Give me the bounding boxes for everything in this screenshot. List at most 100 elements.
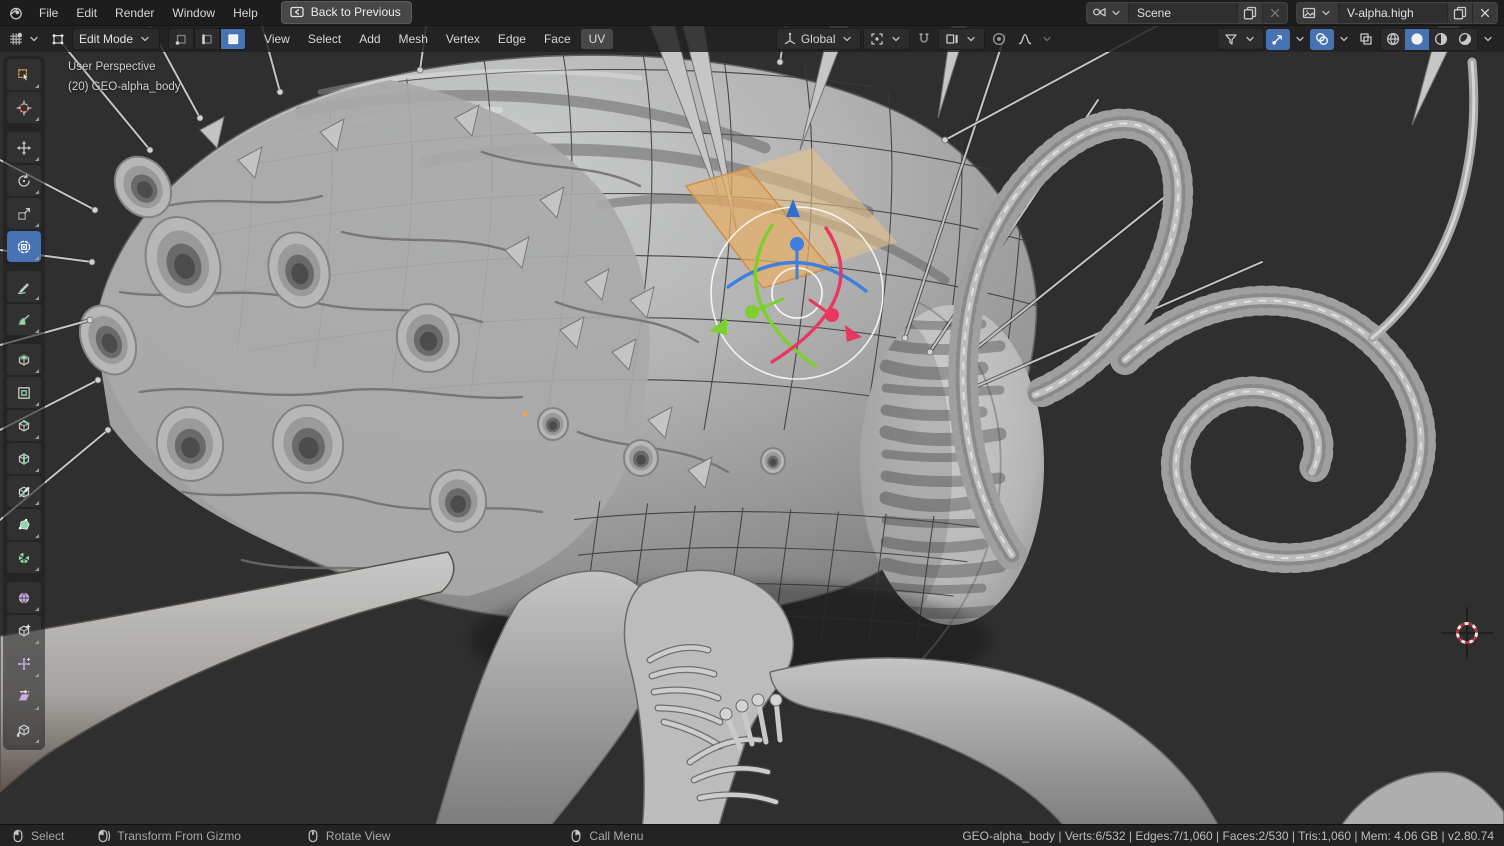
tool-inset-faces[interactable] [7,377,41,408]
menu-window[interactable]: Window [163,3,224,23]
blender-logo-icon[interactable] [8,5,24,21]
menu-edit[interactable]: Edit [67,3,106,23]
view-layer-selector[interactable]: V-alpha.high [1296,2,1498,24]
tool-rip-region[interactable] [7,714,41,745]
tool-rotate[interactable] [7,165,41,196]
shading-material-button[interactable] [1429,29,1453,50]
tool-transform[interactable] [7,231,41,262]
mouse-right-icon [568,828,584,844]
tool-bevel[interactable] [7,410,41,441]
scene-unlink-button [1262,3,1287,23]
tool-loop-cut[interactable] [7,443,41,474]
tool-annotate[interactable] [7,271,41,302]
mouse-middle-icon [305,828,321,844]
view-layer-browse-button[interactable] [1297,3,1339,23]
menu-view[interactable]: View [256,29,298,49]
viewport-3d[interactable] [0,0,1504,846]
chevron-down-icon [1039,31,1055,47]
filter-dropdown[interactable] [1217,28,1264,50]
menu-face[interactable]: Face [536,29,579,49]
tool-poly-build[interactable] [7,509,41,540]
orientation-dropdown[interactable]: Global [776,28,861,50]
tool-spin[interactable] [7,542,41,573]
falloff-curve-icon [1017,31,1033,47]
editor-type-icon[interactable] [8,31,24,47]
chevron-down-icon[interactable] [1292,31,1308,47]
orientation-label: Global [801,32,836,46]
tool-select-box[interactable] [7,59,41,90]
menu-help[interactable]: Help [224,3,267,23]
snap-target-dropdown[interactable] [938,28,985,50]
spin-icon [16,550,32,566]
menu-select[interactable]: Select [300,29,349,49]
magnet-icon [916,31,932,47]
tool-scale[interactable] [7,198,41,229]
solid-shading-icon [1409,31,1425,47]
back-to-previous-button[interactable]: Back to Previous [281,1,412,24]
mouse-drag-icon [96,828,112,844]
tool-edge-slide[interactable] [7,615,41,646]
mode-dropdown[interactable]: Edit Mode [72,28,160,50]
vertex-select-button[interactable] [168,28,194,50]
hint-call-menu: Call Menu [568,828,643,844]
tool-extrude-region[interactable] [7,344,41,375]
scene-browse-button[interactable] [1087,3,1129,23]
active-object-label: (20) GEO-alpha_body [68,77,181,97]
falloff-dropdown[interactable] [1013,29,1037,50]
proportional-edit-button[interactable] [987,29,1011,50]
pivot-point-icon [869,31,885,47]
menu-add[interactable]: Add [351,29,388,49]
shading-wireframe-button[interactable] [1381,29,1405,50]
view-layer-new-button[interactable] [1447,3,1472,23]
chevron-down-icon[interactable] [1336,31,1352,47]
mode-label: Edit Mode [79,32,133,46]
hint-label: Select [31,829,64,843]
face-select-icon [225,31,241,47]
view-perspective-label: User Perspective [68,57,181,77]
show-gizmo-button[interactable] [1266,29,1290,50]
edge-select-button[interactable] [194,28,220,50]
menu-file[interactable]: File [30,3,67,23]
edit-mode-icon[interactable] [50,31,66,47]
chevron-down-icon[interactable] [1480,31,1496,47]
back-screen-icon [289,4,305,20]
tool-knife[interactable] [7,476,41,507]
shading-solid-button[interactable] [1405,29,1429,50]
menu-uv[interactable]: UV [581,29,614,49]
face-select-button[interactable] [220,28,246,50]
chevron-down-icon[interactable] [26,31,42,47]
chevron-down-icon [1108,5,1124,21]
bevel-icon [16,418,32,434]
menu-render[interactable]: Render [106,3,163,23]
filter-funnel-icon [1223,31,1239,47]
selected-vertex[interactable] [523,412,527,416]
vertex-select-icon [173,31,189,47]
tool-shear[interactable] [7,681,41,712]
show-overlays-button[interactable] [1310,29,1334,50]
scene-selector[interactable]: Scene [1086,2,1288,24]
wireframe-shading-icon [1385,31,1401,47]
menu-mesh[interactable]: Mesh [391,29,436,49]
close-icon [1267,5,1283,21]
menu-edge[interactable]: Edge [490,29,534,49]
view-layer-remove-button[interactable] [1472,3,1497,23]
tool-shelf [3,56,45,750]
tool-smooth[interactable] [7,582,41,613]
tool-measure[interactable] [7,304,41,335]
scene-new-button[interactable] [1237,3,1262,23]
snap-toggle-button[interactable] [912,29,936,50]
smooth-icon [16,590,32,606]
tool-move[interactable] [7,132,41,163]
toggle-xray-button[interactable] [1354,29,1378,50]
shading-rendered-button[interactable] [1453,29,1477,50]
tool-shrink-fatten[interactable] [7,648,41,679]
poly-build-icon [16,517,32,533]
hint-transform-from-gizmo: Transform From Gizmo [96,828,241,844]
xray-icon [1358,31,1374,47]
tool-cursor[interactable] [7,92,41,123]
view-layer-name[interactable]: V-alpha.high [1339,6,1447,20]
menu-vertex[interactable]: Vertex [438,29,488,49]
duplicate-icon [1242,5,1258,21]
pivot-dropdown[interactable] [863,28,910,50]
scene-name[interactable]: Scene [1129,6,1237,20]
